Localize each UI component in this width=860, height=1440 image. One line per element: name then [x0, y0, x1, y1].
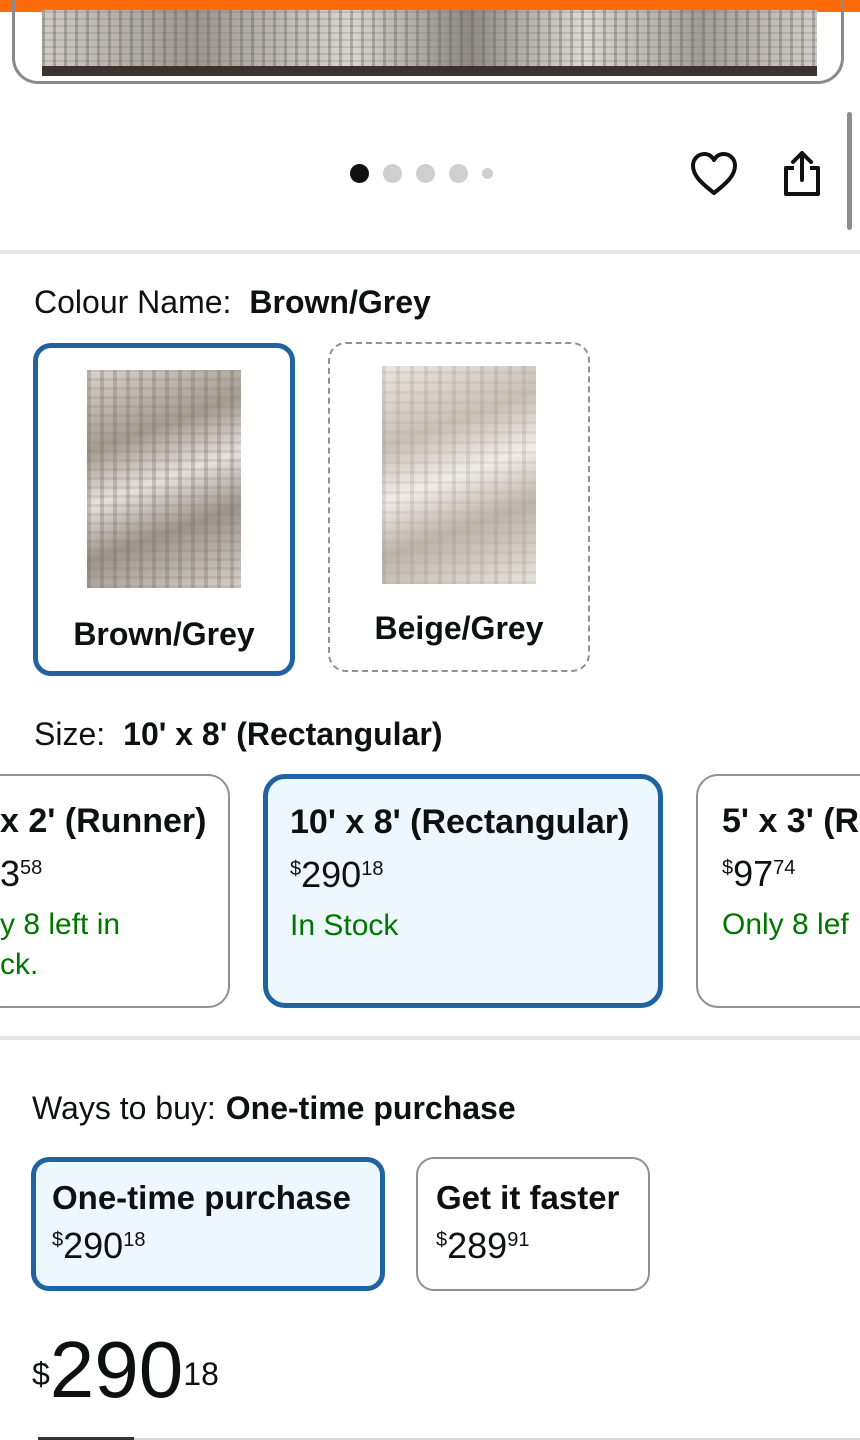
carousel-dots[interactable] [350, 164, 493, 183]
price-currency-symbol: $ [32, 1356, 50, 1392]
swatch-label: Brown/Grey [73, 616, 255, 652]
size-option-price: $9774 [722, 853, 796, 894]
size-option-stock: Only 8 lef [722, 908, 849, 941]
section-divider [0, 250, 860, 254]
price-cents: 18 [183, 1356, 219, 1392]
buy-option-title: Get it faster [436, 1179, 620, 1216]
colour-swatch-brown-grey[interactable]: Brown/Grey [33, 343, 295, 676]
share-icon [784, 151, 820, 196]
buy-option-one-time[interactable]: One-time purchase $29018 [31, 1157, 385, 1291]
colour-selected-value: Brown/Grey [249, 284, 431, 320]
size-option-title: 5' x 3' (R [722, 802, 860, 840]
wishlist-button[interactable] [688, 148, 740, 200]
ways-to-buy-label-row: Ways to buy: One-time purchase [32, 1090, 516, 1127]
size-selected-value: 10' x 8' (Rectangular) [123, 716, 443, 752]
heart-icon [691, 152, 737, 195]
section-divider [0, 1036, 860, 1040]
size-option-runner[interactable]: x 2' (Runner) 358 y 8 left in ck. [0, 774, 230, 1008]
size-option-5x3[interactable]: 5' x 3' (R $9774 Only 8 lef [696, 774, 860, 1008]
size-option-rectangular[interactable]: 10' x 8' (Rectangular) $29018 In Stock [263, 774, 663, 1008]
share-button[interactable] [776, 148, 828, 200]
buy-option-price: $28991 [436, 1225, 530, 1266]
carousel-dot-3[interactable] [416, 164, 435, 183]
size-option-price: 358 [0, 853, 43, 894]
swatch-thumbnail [382, 366, 536, 584]
scroll-indicator [847, 112, 852, 230]
ways-to-buy-label: Ways to buy: [32, 1090, 216, 1126]
carousel-dot-4[interactable] [449, 164, 468, 183]
ways-to-buy-selected: One-time purchase [225, 1090, 516, 1126]
carousel-dot-5[interactable] [482, 168, 493, 179]
size-option-price: $29018 [290, 854, 384, 895]
size-option-stock: y 8 left in ck. [0, 908, 121, 981]
size-option-title: 10' x 8' (Rectangular) [290, 803, 630, 841]
price-dollars: 290 [49, 1325, 184, 1414]
swatch-label: Beige/Grey [374, 610, 544, 646]
size-label-row: Size: 10' x 8' (Rectangular) [34, 716, 442, 753]
product-price: $29018 [32, 1330, 219, 1410]
size-label: Size: [34, 716, 106, 752]
colour-label-row: Colour Name: Brown/Grey [34, 284, 431, 321]
buy-option-title: One-time purchase [52, 1179, 351, 1216]
product-image-edge [42, 66, 817, 76]
buy-option-get-it-faster[interactable]: Get it faster $28991 [416, 1157, 650, 1291]
carousel-dot-2[interactable] [383, 164, 402, 183]
size-option-title: x 2' (Runner) [0, 802, 207, 840]
buy-option-price: $29018 [52, 1225, 146, 1266]
colour-swatch-beige-grey[interactable]: Beige/Grey [328, 342, 590, 672]
size-option-stock: In Stock [290, 909, 399, 942]
swatch-thumbnail [87, 370, 241, 588]
carousel-dot-1[interactable] [350, 164, 369, 183]
colour-label: Colour Name: [34, 284, 232, 320]
